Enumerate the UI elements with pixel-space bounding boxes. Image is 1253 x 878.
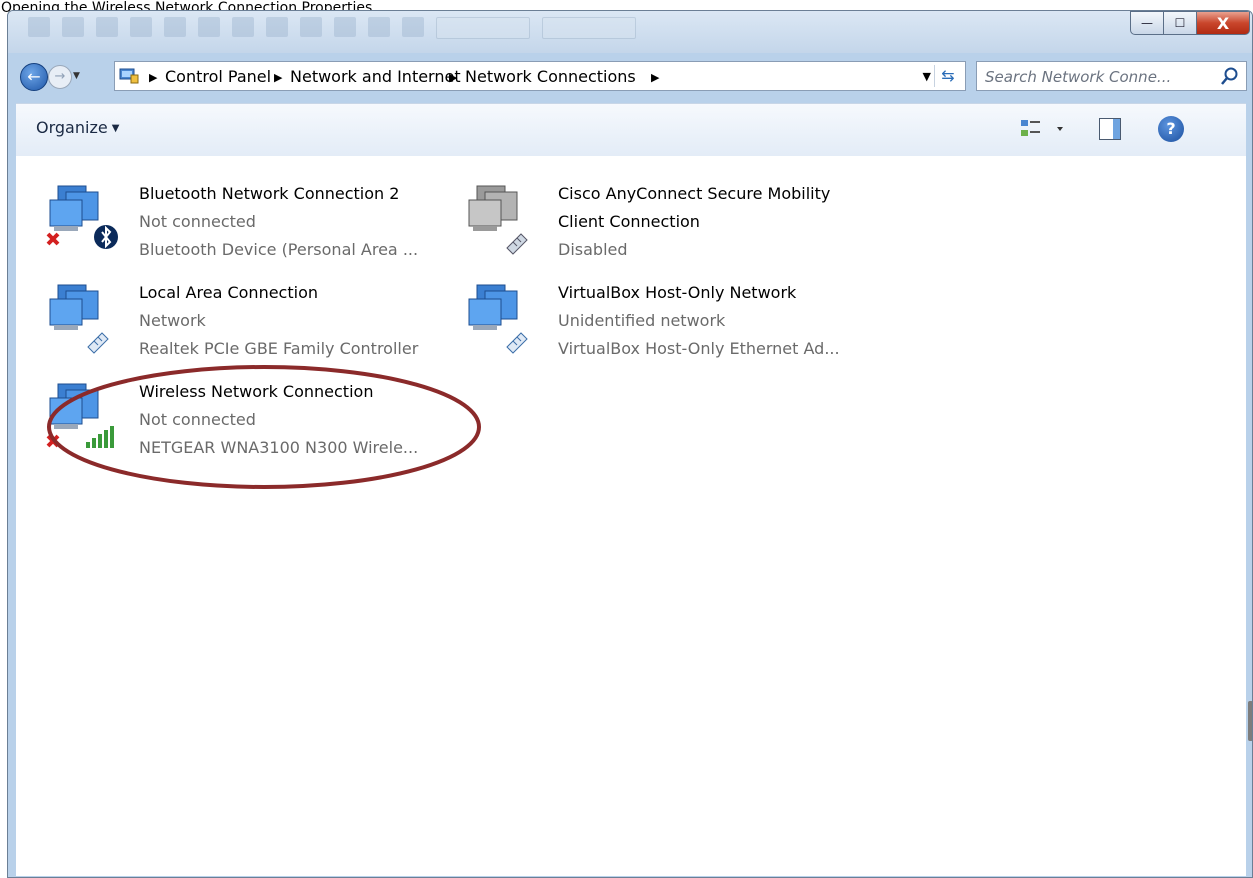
search-box[interactable] — [976, 61, 1247, 91]
connection-status: Network — [139, 311, 206, 330]
chevron-down-icon: ▼ — [111, 123, 120, 134]
forward-arrow-icon: → — [54, 69, 66, 84]
breadcrumb-network-and-internet[interactable]: Network and Internet — [290, 67, 461, 86]
address-dropdown-icon[interactable]: ▼ — [923, 70, 931, 83]
connections-list: Bluetooth Network Connection 2 Not conne… — [16, 156, 1246, 876]
search-input[interactable] — [983, 66, 1215, 88]
explorer-window: — ☐ X ← → ▼ ▶ Control Panel ▶ Network an… — [7, 10, 1253, 878]
control-panel-icon — [119, 68, 139, 84]
connection-text: VirtualBox Host-Only Network Unidentifie… — [558, 279, 840, 363]
help-icon: ? — [1166, 119, 1176, 138]
breadcrumb-network-connections[interactable]: Network Connections — [465, 67, 636, 86]
connection-device: VirtualBox Host-Only Ethernet Ad... — [558, 339, 840, 358]
connection-name: VirtualBox Host-Only Network — [558, 283, 797, 302]
breadcrumb-control-panel[interactable]: Control Panel — [165, 67, 271, 86]
list-item-cisco-connection[interactable]: Cisco AnyConnect Secure Mobility Client … — [463, 180, 883, 270]
help-button[interactable]: ? — [1158, 116, 1184, 142]
connection-status: Disabled — [558, 240, 628, 259]
forward-button[interactable]: → — [48, 65, 72, 89]
connection-name-line2: Client Connection — [558, 212, 700, 231]
organize-label: Organize — [36, 118, 108, 137]
network-adapter-disabled-icon — [468, 185, 528, 255]
title-bar: — ☐ X — [8, 11, 1252, 53]
close-button[interactable]: X — [1197, 11, 1250, 35]
refresh-button[interactable]: ⇆ — [934, 65, 961, 87]
address-bar[interactable]: ▶ Control Panel ▶ Network and Internet ▶… — [114, 61, 966, 91]
background-ribbon — [28, 17, 636, 39]
ethernet-network-icon — [49, 284, 109, 354]
back-button[interactable]: ← — [20, 63, 48, 91]
maximize-button[interactable]: ☐ — [1164, 11, 1197, 35]
connection-name: Cisco AnyConnect Secure Mobility — [558, 184, 831, 203]
organize-menu[interactable]: Organize ▼ — [36, 118, 119, 137]
highlight-ellipse — [47, 365, 481, 489]
connection-device: Realtek PCIe GBE Family Controller — [139, 339, 419, 358]
change-view-button[interactable] — [1019, 116, 1069, 142]
minimize-button[interactable]: — — [1130, 11, 1164, 35]
window-controls: — ☐ X — [1130, 11, 1250, 35]
connection-text: Cisco AnyConnect Secure Mobility Client … — [558, 180, 830, 264]
breadcrumb-separator-icon[interactable]: ▶ — [274, 71, 282, 84]
breadcrumb-separator-icon[interactable]: ▶ — [149, 71, 157, 84]
back-arrow-icon: ← — [27, 67, 41, 86]
list-item-bluetooth-connection[interactable]: Bluetooth Network Connection 2 Not conne… — [44, 180, 464, 270]
recent-pages-dropdown[interactable]: ▼ — [73, 71, 80, 81]
connection-text: Bluetooth Network Connection 2 Not conne… — [139, 180, 418, 264]
search-icon[interactable] — [1220, 66, 1240, 86]
ethernet-network-icon — [468, 284, 528, 354]
connection-text: Local Area Connection Network Realtek PC… — [139, 279, 418, 363]
list-item-virtualbox-connection[interactable]: VirtualBox Host-Only Network Unidentifie… — [463, 279, 883, 369]
scrollbar-fragment — [1248, 701, 1252, 741]
connection-status: Unidentified network — [558, 311, 726, 330]
connection-status: Not connected — [139, 212, 256, 231]
connection-device: Bluetooth Device (Personal Area ... — [139, 240, 419, 259]
list-item-local-area-connection[interactable]: Local Area Connection Network Realtek PC… — [44, 279, 464, 369]
connection-name: Bluetooth Network Connection 2 — [139, 184, 400, 203]
breadcrumb-separator-icon[interactable]: ▶ — [449, 71, 457, 84]
refresh-icon: ⇆ — [941, 66, 955, 85]
breadcrumb-separator-icon[interactable]: ▶ — [651, 71, 659, 84]
preview-pane-button[interactable] — [1098, 117, 1122, 141]
bluetooth-network-icon — [46, 185, 118, 249]
command-bar: Organize ▼ ? — [16, 103, 1246, 157]
connection-name: Local Area Connection — [139, 283, 318, 302]
